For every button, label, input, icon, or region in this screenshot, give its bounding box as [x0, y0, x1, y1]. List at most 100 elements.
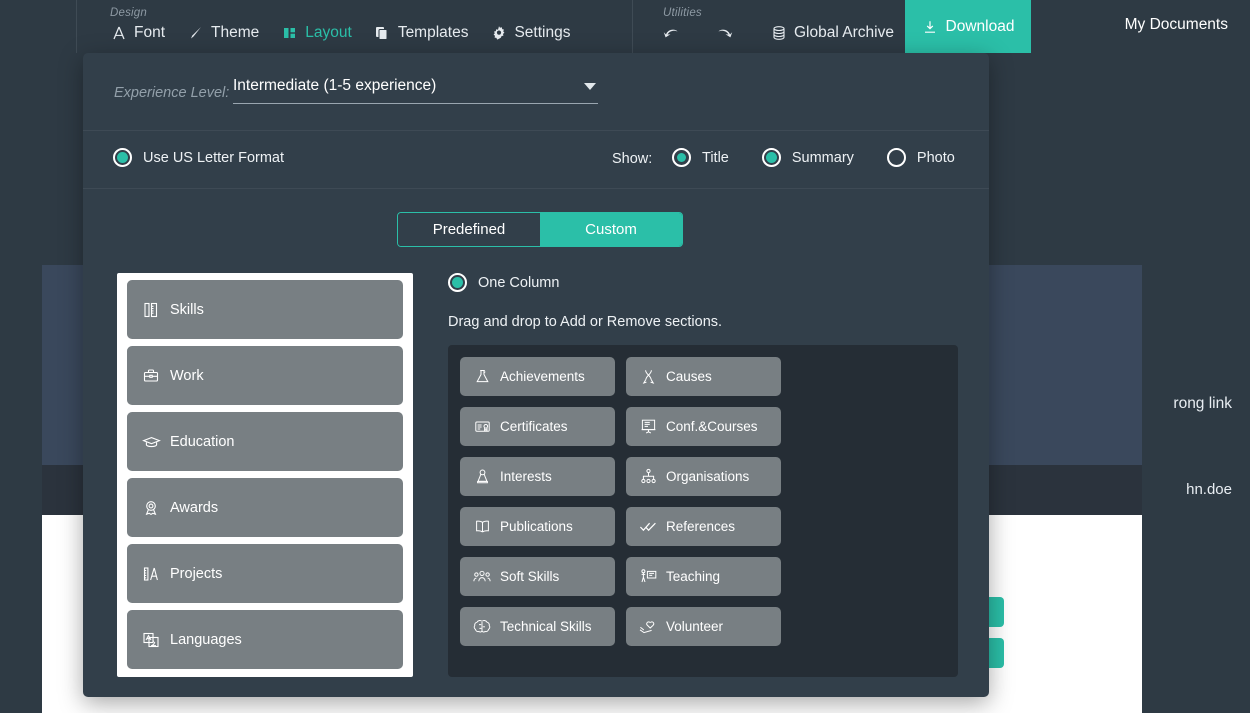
section-chip-skills-label: Skills [170, 301, 204, 318]
certificate-icon [472, 417, 492, 437]
show-option-title-label: Title [702, 149, 729, 166]
download-button[interactable]: Download [905, 0, 1031, 53]
app-root: rong link hn.doe Design Font Theme Layou… [0, 0, 1250, 713]
radio-show-title[interactable] [672, 148, 691, 167]
section-chip-work[interactable]: Work [127, 346, 403, 405]
toolbar-item-layout[interactable]: Layout [281, 24, 352, 42]
available-chip-causes-label: Causes [666, 369, 712, 384]
tab-predefined[interactable]: Predefined [398, 213, 540, 246]
radio-us-letter[interactable] [113, 148, 132, 167]
skills-icon [141, 300, 161, 320]
available-chip-interests[interactable]: Interests [460, 457, 615, 496]
translate-icon [141, 630, 161, 650]
available-chip-volunteer-label: Volunteer [666, 619, 724, 634]
toolbar-item-font[interactable]: Font [110, 24, 165, 42]
one-column-label: One Column [478, 274, 560, 291]
toolbar-item-templates-label: Templates [397, 24, 469, 41]
award-rosette-icon [141, 498, 161, 518]
show-option-summary[interactable]: Summary [761, 148, 854, 167]
available-chip-teaching[interactable]: Teaching [626, 557, 781, 596]
available-chip-interests-label: Interests [500, 469, 552, 484]
available-chip-soft-skills-label: Soft Skills [500, 569, 560, 584]
section-chip-education[interactable]: Education [127, 412, 403, 471]
available-chip-technical-skills[interactable]: Technical Skills [460, 607, 615, 646]
show-option-title[interactable]: Title [672, 148, 729, 167]
layout-icon [281, 25, 298, 42]
active-sections-list[interactable]: Skills Work Education Awards Projects La… [117, 273, 413, 677]
radio-one-column[interactable] [448, 273, 467, 292]
database-icon [770, 25, 787, 42]
my-documents-link[interactable]: My Documents [1125, 16, 1228, 34]
toolbar-item-layout-label: Layout [305, 24, 352, 41]
radio-show-photo[interactable] [886, 148, 906, 167]
radio-show-summary[interactable] [761, 148, 781, 167]
double-check-icon [638, 517, 658, 537]
gear-icon [490, 25, 507, 42]
toolbar-group-design-label: Design [110, 7, 147, 19]
chess-pawn-icon [472, 467, 492, 487]
undo-icon [663, 25, 680, 42]
toolbar-item-settings[interactable]: Settings [490, 24, 570, 42]
section-chip-languages-label: Languages [170, 631, 242, 648]
projects-icon [141, 564, 161, 584]
drag-drop-hint: Drag and drop to Add or Remove sections. [448, 314, 723, 330]
available-chip-achievements[interactable]: Achievements [460, 357, 615, 396]
us-letter-format-option[interactable]: Use US Letter Format [113, 148, 284, 167]
toolbar-divider-left [76, 0, 77, 53]
available-chip-references[interactable]: References [626, 507, 781, 546]
tab-custom[interactable]: Custom [540, 213, 682, 246]
show-option-summary-label: Summary [791, 149, 854, 166]
experience-level-label: Experience Level: [114, 85, 230, 101]
toolbar-item-undo[interactable] [663, 25, 687, 42]
experience-level-select[interactable]: Intermediate (1-5 experience) [233, 77, 598, 104]
available-chip-achievements-label: Achievements [500, 369, 585, 384]
section-chip-work-label: Work [170, 367, 204, 384]
graduation-cap-icon [141, 432, 161, 452]
available-chip-causes[interactable]: Causes [626, 357, 781, 396]
templates-icon [374, 25, 391, 42]
section-chip-skills[interactable]: Skills [127, 280, 403, 339]
available-chip-teaching-label: Teaching [666, 569, 721, 584]
top-toolbar: Design Font Theme Layout Templates Setti… [0, 0, 1250, 53]
layout-mode-tabs: Predefined Custom [397, 212, 683, 247]
brain-icon [472, 617, 492, 637]
download-button-label: Download [945, 17, 1015, 35]
available-chip-soft-skills[interactable]: Soft Skills [460, 557, 615, 596]
available-chip-certificates[interactable]: Certificates [460, 407, 615, 446]
experience-level-value: Intermediate (1-5 experience) [233, 77, 437, 94]
teacher-icon [638, 567, 658, 587]
toolbar-group-utilities-label: Utilities [663, 7, 702, 19]
one-column-option[interactable]: One Column [448, 273, 559, 292]
hand-heart-icon [638, 617, 658, 637]
section-chip-education-label: Education [170, 433, 235, 450]
open-book-icon [472, 517, 492, 537]
toolbar-item-theme[interactable]: Theme [187, 24, 259, 42]
background-strip-text: hn.doe [1186, 481, 1232, 498]
toolbar-item-templates[interactable]: Templates [374, 24, 469, 42]
org-chart-icon [638, 467, 658, 487]
available-chip-publications[interactable]: Publications [460, 507, 615, 546]
toolbar-item-settings-label: Settings [514, 24, 571, 41]
available-chip-organisations[interactable]: Organisations [626, 457, 781, 496]
available-chip-conf-courses[interactable]: Conf.&Courses [626, 407, 781, 446]
presentation-icon [638, 417, 658, 437]
available-chip-organisations-label: Organisations [666, 469, 750, 484]
brush-icon [187, 25, 204, 42]
section-chip-awards-label: Awards [170, 499, 219, 516]
available-chip-technical-skills-label: Technical Skills [500, 619, 592, 634]
toolbar-item-redo[interactable] [716, 25, 740, 42]
toolbar-item-font-label: Font [134, 24, 166, 41]
available-chip-conf-courses-label: Conf.&Courses [666, 419, 758, 434]
available-chip-references-label: References [666, 519, 736, 534]
show-option-photo[interactable]: Photo [886, 148, 955, 167]
background-card-text: rong link [1173, 395, 1232, 412]
toolbar-item-global-archive[interactable]: Global Archive [770, 24, 894, 42]
section-chip-awards[interactable]: Awards [127, 478, 403, 537]
briefcase-icon [141, 366, 161, 386]
section-chip-projects[interactable]: Projects [127, 544, 403, 603]
chevron-down-icon [584, 82, 596, 90]
available-chip-volunteer[interactable]: Volunteer [626, 607, 781, 646]
download-icon [922, 18, 939, 35]
section-chip-languages[interactable]: Languages [127, 610, 403, 669]
available-sections-dropzone[interactable]: Achievements Causes Certificates Conf.&C… [448, 345, 958, 677]
